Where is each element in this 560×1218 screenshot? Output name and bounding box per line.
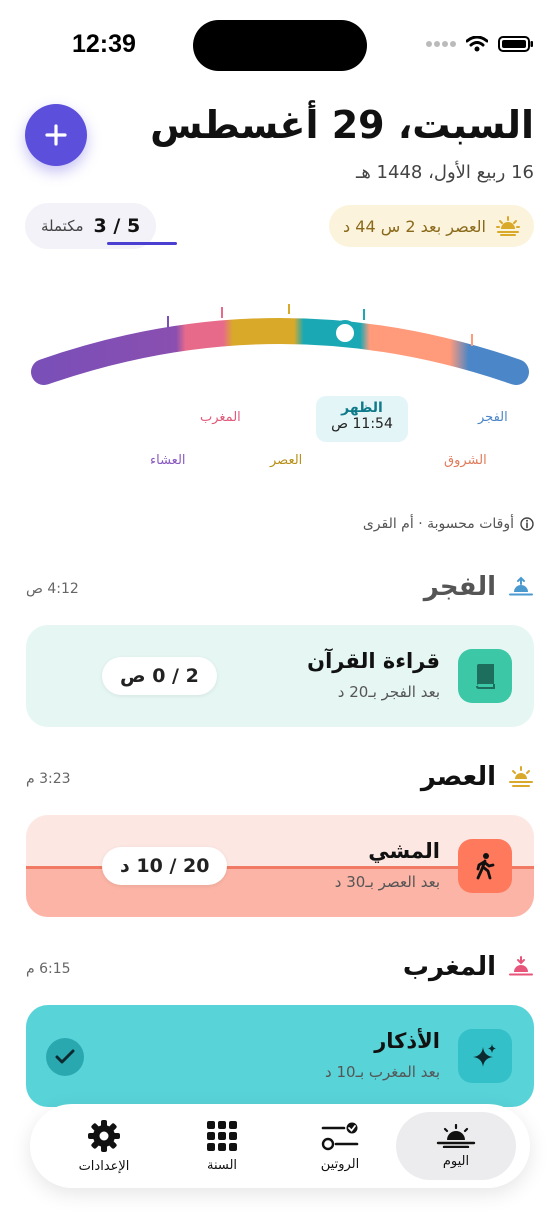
tab-today[interactable]: اليوم <box>396 1112 516 1180</box>
card-title: قراءة القرآن <box>307 649 440 673</box>
habit-counter[interactable]: 2 / 0 ص <box>102 657 217 695</box>
arc-label-dhuhr: الظهر 11:54 ص <box>316 396 408 442</box>
grid-icon <box>207 1120 237 1151</box>
habit-counter[interactable]: 20 / 10 د <box>102 847 228 885</box>
wifi-icon <box>466 36 488 52</box>
routine-icon <box>321 1122 359 1150</box>
checkmark-icon <box>55 1049 75 1064</box>
sunrise-icon <box>436 1123 476 1148</box>
section-name: المغرب <box>402 952 496 982</box>
section-header-maghrib: المغرب <box>403 952 534 982</box>
arc-track <box>31 318 529 385</box>
sun-icon <box>509 766 533 787</box>
card-title: المشي <box>368 839 440 863</box>
progress-underline <box>107 242 177 245</box>
progress-pill[interactable]: 5 / 3 مكتملة <box>25 203 177 249</box>
status-icons <box>426 36 534 52</box>
arc-label-asr: العصر <box>270 453 303 468</box>
section-header-fajr: الفجر <box>424 572 534 602</box>
current-time-marker <box>332 320 358 346</box>
dhuhr-name: الظهر <box>341 400 383 416</box>
status-time: 12:39 <box>72 30 136 58</box>
tab-label: السنة <box>206 1157 238 1173</box>
tab-settings[interactable]: الإعدادات <box>44 1112 164 1180</box>
sunset-icon <box>509 956 533 976</box>
card-icon-box <box>458 839 512 893</box>
info-icon <box>520 517 534 531</box>
page-title: السبت، 29 أغسطس <box>150 103 534 147</box>
calculation-note[interactable]: أوقات محسوبة · أم القرى <box>363 516 534 532</box>
tab-label: الروتين <box>320 1156 360 1172</box>
sunrise-icon <box>509 576 533 596</box>
habit-card-quran[interactable]: قراءة القرآن بعد الفجر بـ20 د 2 / 0 ص <box>26 625 534 727</box>
progress-label: مكتملة <box>41 217 84 235</box>
walking-icon <box>476 853 495 880</box>
plus-icon <box>45 124 67 146</box>
arc-label-sunrise: الشروق <box>444 453 487 468</box>
add-button[interactable] <box>25 104 87 166</box>
tab-year[interactable]: السنة <box>162 1112 282 1180</box>
done-check-button[interactable] <box>46 1038 84 1076</box>
section-name: الفجر <box>423 572 496 602</box>
hijri-date: 16 ربيع الأول، 1448 هـ <box>356 162 534 183</box>
habit-card-walking[interactable]: المشي بعد العصر بـ30 د 20 / 10 د <box>26 815 534 917</box>
tab-label: اليوم <box>442 1153 470 1169</box>
arc-label-isha: العشاء <box>150 453 186 468</box>
section-time: 4:12 ص <box>26 581 79 597</box>
calculation-note-text: أوقات محسوبة · أم القرى <box>362 516 514 532</box>
prayer-arc <box>31 304 529 385</box>
sparkles-icon <box>473 1044 496 1067</box>
section-header-asr: العصر <box>421 762 534 792</box>
habit-card-adhkar[interactable]: الأذكار بعد المغرب بـ10 د <box>26 1005 534 1107</box>
book-icon <box>476 664 495 689</box>
tab-bar: اليوم الروتين السنة الإعدادات <box>30 1104 530 1188</box>
dhuhr-time: 11:54 ص <box>331 416 393 432</box>
section-name: العصر <box>420 762 496 792</box>
dynamic-island <box>193 20 367 71</box>
sunrise-icon <box>496 216 520 236</box>
card-subtitle: بعد المغرب بـ10 د <box>325 1063 440 1081</box>
tab-label: الإعدادات <box>78 1158 130 1174</box>
card-title: الأذكار <box>374 1029 440 1053</box>
gear-icon <box>88 1119 120 1152</box>
card-subtitle: بعد الفجر بـ20 د <box>337 683 440 701</box>
card-icon-box <box>458 649 512 703</box>
next-prayer-text: العصر بعد 2 س 44 د <box>343 216 486 236</box>
next-prayer-pill[interactable]: العصر بعد 2 س 44 د <box>329 205 534 247</box>
section-time: 3:23 م <box>26 771 71 787</box>
signal-icon <box>426 41 456 47</box>
progress-count: 5 / 3 <box>93 215 141 237</box>
arc-label-maghrib: المغرب <box>200 410 241 425</box>
section-time: 6:15 م <box>26 961 71 977</box>
arc-label-fajr: الفجر <box>478 410 508 425</box>
card-subtitle: بعد العصر بـ30 د <box>334 873 440 891</box>
battery-icon <box>498 36 533 52</box>
tab-routine[interactable]: الروتين <box>280 1112 400 1180</box>
card-icon-box <box>458 1029 512 1083</box>
